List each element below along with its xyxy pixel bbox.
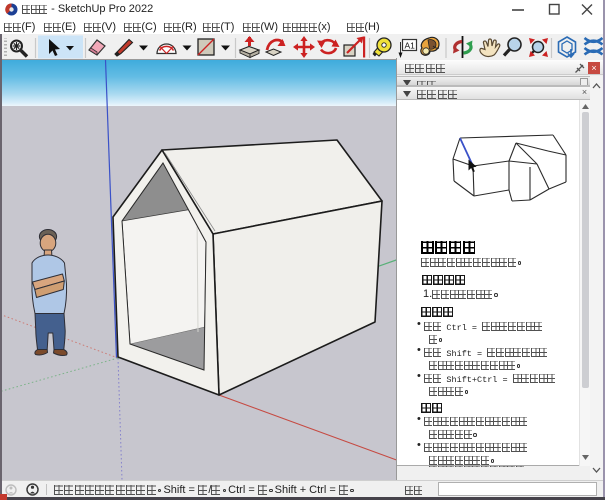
svg-text:A1: A1 [405, 41, 416, 51]
